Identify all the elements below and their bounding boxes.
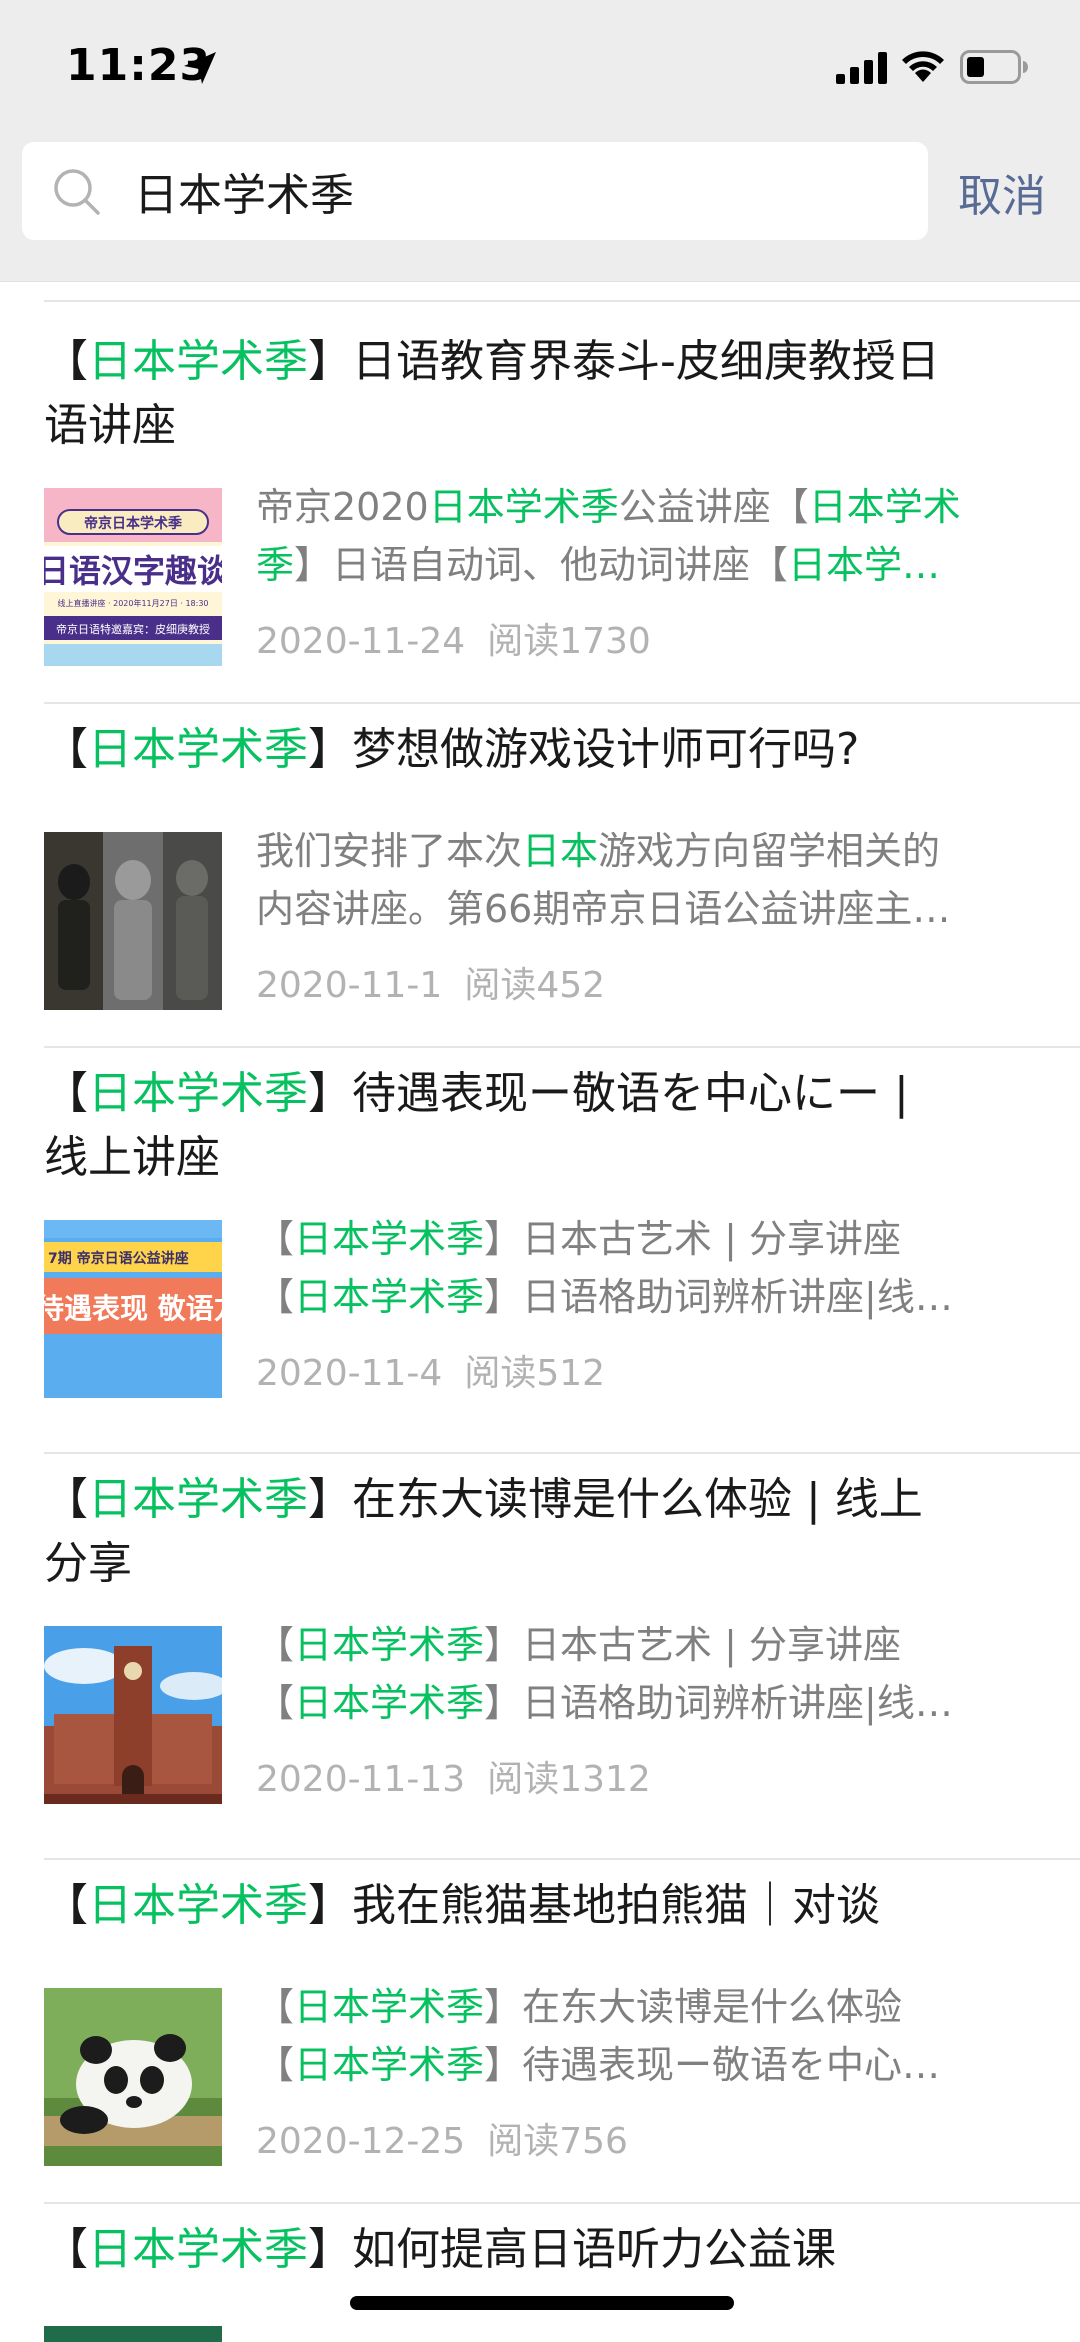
thumbnail-image <box>44 1626 222 1804</box>
thumbnail-image: 7期 帝京日语公益讲座 待遇表现 敬语方 <box>44 1220 222 1398</box>
article-snippet: 【日本学术季】日本古艺术 | 分享讲座 【日本学术季】日语格助词辨析讲座|线… <box>256 1217 953 1319</box>
article-date: 2020-11-24 <box>256 621 466 662</box>
article-date: 2020-11-13 <box>256 1759 466 1800</box>
svg-text:线上直播讲座 · 2020年11月27日 · 18:30: 线上直播讲座 · 2020年11月27日 · 18:30 <box>57 598 208 608</box>
article-thumbnail: 帝京日本学术季 日语汉字趣谈 线上直播讲座 · 2020年11月27日 · 18… <box>44 488 222 666</box>
article-thumbnail <box>44 1988 222 2166</box>
article-snippet: 帝京2020日本学术季公益讲座【日本学术 季】日语自动词、他动词讲座【日本学… <box>256 485 961 587</box>
svg-text:待遇表现 敬语方: 待遇表现 敬语方 <box>44 1292 222 1325</box>
search-bar: 取消 <box>0 140 1080 282</box>
article-date: 2020-12-25 <box>256 2121 466 2162</box>
article-title: 【日本学术季】我在熊猫基地拍熊猫｜对谈 <box>44 1880 880 1931</box>
search-icon <box>54 169 100 215</box>
svg-text:日语汉字趣谈: 日语汉字趣谈 <box>44 552 222 590</box>
article-reads: 阅读1312 <box>487 1759 651 1800</box>
article-title: 【日本学术季】在东大读博是什么体验 | 线上 分享 <box>44 1474 923 1589</box>
article-meta: 2020-11-13 阅读1312 <box>256 1750 651 1802</box>
wifi-icon <box>902 51 944 82</box>
article-reads: 阅读512 <box>464 1353 606 1394</box>
article-meta: 2020-12-25 阅读756 <box>256 2112 628 2164</box>
cancel-button[interactable]: 取消 <box>958 160 1046 224</box>
article-title: 【日本学术季】日语教育界泰斗-皮细庚教授日 语讲座 <box>44 336 940 451</box>
article-meta: 2020-11-24 阅读1730 <box>256 612 651 664</box>
article-title: 【日本学术季】梦想做游戏设计师可行吗? <box>44 724 860 775</box>
search-box[interactable] <box>22 142 928 240</box>
divider <box>44 1452 1080 1454</box>
article-meta: 2020-11-1 阅读452 <box>256 956 605 1008</box>
article-title: 【日本学术季】待遇表现ー敬语を中心にー | 线上讲座 <box>44 1068 909 1183</box>
article-title: 【日本学术季】如何提高日语听力公益课 <box>44 2224 836 2275</box>
article-thumbnail: 7期 帝京日语公益讲座 待遇表现 敬语方 <box>44 1220 222 1398</box>
article-meta: 2020-11-4 阅读512 <box>256 1344 605 1396</box>
article-snippet: 【日本学术季】在东大读博是什么体验 【日本学术季】待遇表现ー敬语を中心… <box>256 1985 941 2087</box>
svg-text:7期 帝京日语公益讲座: 7期 帝京日语公益讲座 <box>48 1250 189 1267</box>
home-indicator[interactable] <box>350 2296 734 2310</box>
divider <box>44 702 1080 704</box>
divider <box>44 1046 1080 1048</box>
search-input[interactable] <box>134 142 914 240</box>
status-bar: 11:23 <box>0 0 1080 140</box>
thumbnail-image: 帝京日本学术季 日语汉字趣谈 线上直播讲座 · 2020年11月27日 · 18… <box>44 488 222 666</box>
article-thumbnail <box>44 2326 222 2342</box>
article-date: 2020-11-4 <box>256 1353 443 1394</box>
divider <box>44 1858 1080 1860</box>
article-reads: 阅读756 <box>487 2121 628 2162</box>
thumbnail-image <box>44 1988 222 2166</box>
article-thumbnail <box>44 1626 222 1804</box>
article-snippet: 我们安排了本次日本游戏方向留学相关的 内容讲座。第66期帝京日语公益讲座主… <box>256 829 951 931</box>
article-date: 2020-11-1 <box>256 965 443 1006</box>
cellular-signal-icon <box>836 52 887 84</box>
location-arrow-icon <box>184 52 216 84</box>
article-reads: 阅读1730 <box>487 621 651 662</box>
article-thumbnail <box>44 832 222 1010</box>
svg-text:帝京日语特邀嘉宾：皮细庚教授: 帝京日语特邀嘉宾：皮细庚教授 <box>56 622 210 636</box>
svg-text:帝京日本学术季: 帝京日本学术季 <box>84 515 182 532</box>
thumbnail-image <box>44 832 222 1010</box>
divider <box>44 2202 1080 2204</box>
divider <box>44 300 1080 302</box>
article-snippet: 【日本学术季】日本古艺术 | 分享讲座 【日本学术季】日语格助词辨析讲座|线… <box>256 1623 953 1725</box>
article-reads: 阅读452 <box>464 965 606 1006</box>
battery-icon <box>960 50 1028 84</box>
